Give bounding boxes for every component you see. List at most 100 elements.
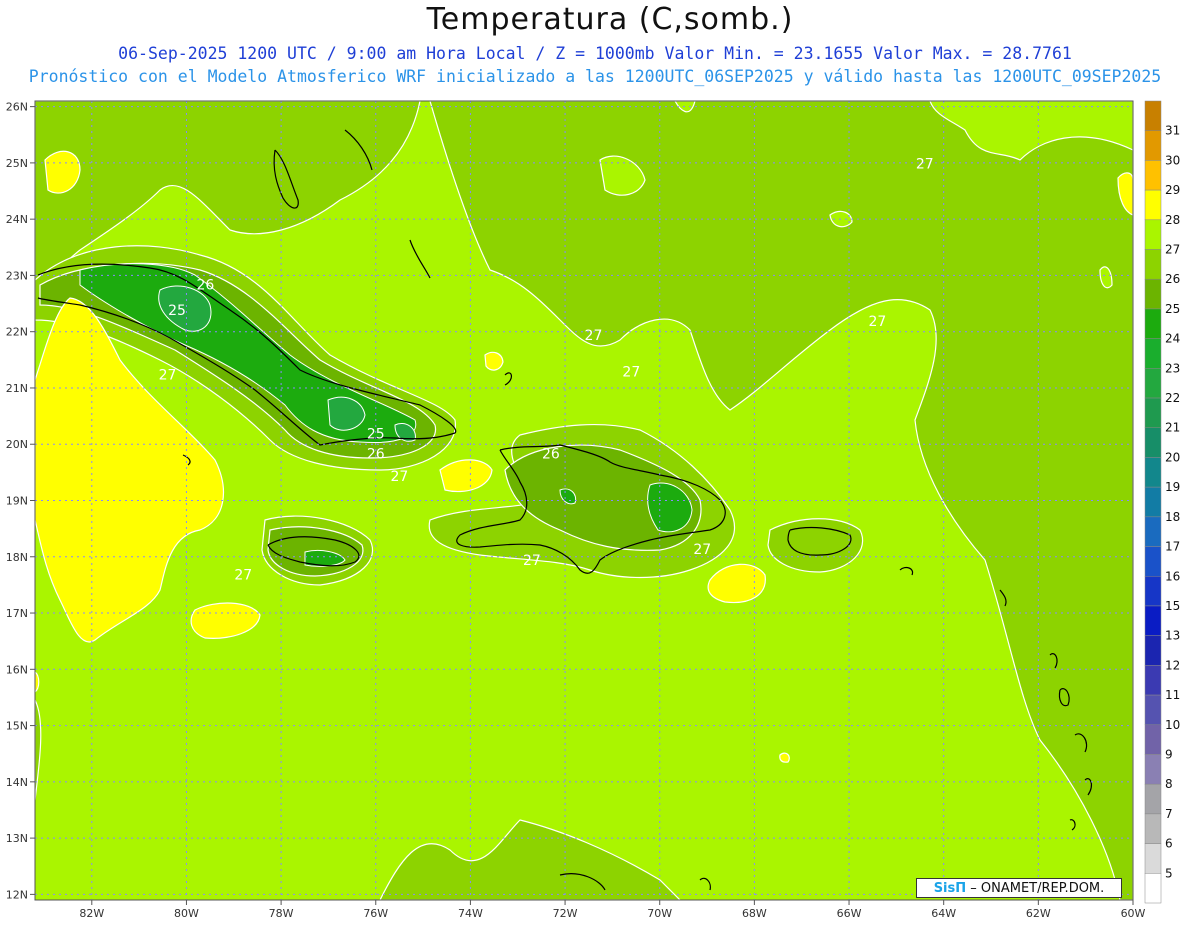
- tick-label-y: 25N: [6, 157, 28, 170]
- colorbar-label: 9: [1165, 747, 1173, 761]
- colorbar-swatch: [1144, 308, 1162, 339]
- colorbar-label: 12: [1165, 658, 1180, 672]
- colorbar-swatch: [1144, 160, 1162, 191]
- tick-label-x: 80W: [174, 907, 199, 920]
- colorbar-label: 13: [1165, 629, 1180, 643]
- colorbar-swatch: [1144, 397, 1162, 428]
- colorbar-label: 11: [1165, 688, 1180, 702]
- colorbar-label: 24: [1165, 332, 1180, 346]
- colorbar-label: 21: [1165, 421, 1180, 435]
- colorbar-swatch: [1144, 783, 1162, 815]
- sispi-logo: SisΠ: [933, 881, 967, 896]
- colorbar-swatch: [1144, 635, 1162, 666]
- latitude-axis: 12N 13N 14N 15N 16N 17N 18N 19N 20N 21N 22N 23N 24N 2…: [6, 101, 35, 901]
- tick-label-x: 66W: [837, 907, 862, 920]
- colorbar-label: 28: [1165, 213, 1180, 227]
- colorbar-label: 10: [1165, 718, 1180, 732]
- tick-label-y: 15N: [6, 720, 28, 733]
- colorbar-label: 15: [1165, 599, 1180, 613]
- colorbar-label: 29: [1165, 183, 1180, 197]
- contour-label: 27: [523, 553, 541, 569]
- temperature-field: 26 25 27 25 26 27 26 27 27 27 27 27 27 27: [35, 101, 1133, 900]
- tick-label-x: 74W: [458, 907, 483, 920]
- colorbar-label: 31: [1165, 124, 1180, 138]
- colorbar-swatch: [1144, 130, 1162, 161]
- contour-label: 26: [542, 446, 560, 462]
- colorbar-swatch: [1144, 576, 1162, 607]
- temperature-map: 2625272526272627272727272727 82W 80W 78W 76…: [6, 100, 1180, 920]
- tick-label-y: 24N: [6, 213, 28, 226]
- tick-label-y: 21N: [6, 382, 28, 395]
- colorbar-label: 27: [1165, 243, 1180, 257]
- tick-label-y: 19N: [6, 495, 28, 508]
- colorbar-swatch: [1144, 516, 1162, 547]
- colorbar-swatch: [1144, 694, 1162, 726]
- colorbar-swatch: [1144, 754, 1162, 785]
- contour-label: 27: [693, 542, 711, 558]
- contour-label: 25: [367, 427, 385, 443]
- contour-label: 27: [391, 469, 409, 485]
- colorbar-label: 7: [1165, 807, 1173, 821]
- tick-label-y: 14N: [6, 776, 28, 789]
- contour-label: 27: [869, 314, 887, 330]
- credit-text: – ONAMET/REP.DOM.: [970, 881, 1105, 896]
- colorbar-label: 5: [1165, 866, 1173, 880]
- colorbar-swatch: [1144, 427, 1162, 458]
- tick-label-y: 26N: [6, 101, 28, 114]
- colorbar-label: 20: [1165, 450, 1180, 464]
- tick-label-x: 60W: [1121, 907, 1146, 920]
- colorbar: 31 30 29 28 27 26 25 24 23 22 21 20 19 18 17 16 15 13 12 11…: [1144, 100, 1180, 904]
- colorbar-swatch: [1144, 219, 1162, 250]
- tick-label-y: 20N: [6, 438, 28, 451]
- colorbar-label: 6: [1165, 837, 1173, 851]
- colorbar-swatch: [1144, 724, 1162, 755]
- colorbar-swatch: [1144, 368, 1162, 399]
- colorbar-label: 22: [1165, 391, 1180, 405]
- colorbar-swatch: [1144, 338, 1162, 369]
- tick-label-x: 78W: [269, 907, 294, 920]
- colorbar-label: 25: [1165, 302, 1180, 316]
- longitude-axis: 82W 80W 78W 76W 74W 72W 70W 68W 66W 64W 62W 60W: [79, 900, 1146, 920]
- colorbar-swatch: [1144, 249, 1162, 280]
- tick-label-x: 70W: [647, 907, 672, 920]
- colorbar-label: 16: [1165, 569, 1180, 583]
- tick-label-x: 76W: [363, 907, 388, 920]
- colorbar-swatch: [1144, 605, 1162, 636]
- colorbar-label: 23: [1165, 361, 1180, 375]
- colorbar-label: 17: [1165, 540, 1180, 554]
- contour-label: 27: [159, 368, 177, 384]
- credit-box: SisΠ – ONAMET/REP.DOM.: [916, 878, 1122, 898]
- colorbar-swatch: [1144, 873, 1162, 904]
- contour-label: 25: [168, 303, 186, 319]
- colorbar-label: 30: [1165, 153, 1180, 167]
- colorbar-label: 19: [1165, 480, 1180, 494]
- colorbar-swatch: [1144, 457, 1162, 488]
- colorbar-label: 26: [1165, 272, 1180, 286]
- colorbar-swatch: [1144, 665, 1162, 696]
- contour-label: 27: [585, 328, 603, 344]
- colorbar-swatch: [1144, 486, 1162, 518]
- colorbar-swatch: [1144, 843, 1162, 874]
- contour-label: 27: [622, 365, 640, 381]
- contour-label: 26: [196, 277, 214, 293]
- contour-label: 27: [234, 567, 252, 583]
- colorbar-label: 8: [1165, 777, 1173, 791]
- colorbar-swatch: [1144, 278, 1162, 310]
- tick-label-y: 17N: [6, 607, 28, 620]
- tick-label-y: 18N: [6, 551, 28, 564]
- tick-label-y: 16N: [6, 663, 28, 676]
- tick-label-x: 72W: [553, 907, 578, 920]
- tick-label-y: 22N: [6, 326, 28, 339]
- colorbar-swatch: [1144, 546, 1162, 577]
- tick-label-x: 64W: [931, 907, 956, 920]
- tick-label-x: 68W: [742, 907, 767, 920]
- tick-label-y: 23N: [6, 269, 28, 282]
- colorbar-swatch: [1144, 189, 1162, 221]
- colorbar-swatch: [1144, 813, 1162, 844]
- colorbar-label: 18: [1165, 510, 1180, 524]
- contour-label: 27: [916, 157, 934, 173]
- tick-label-y: 13N: [6, 832, 28, 845]
- colorbar-swatch: [1144, 100, 1162, 131]
- contour-label: 26: [367, 446, 385, 462]
- tick-label-x: 62W: [1026, 907, 1051, 920]
